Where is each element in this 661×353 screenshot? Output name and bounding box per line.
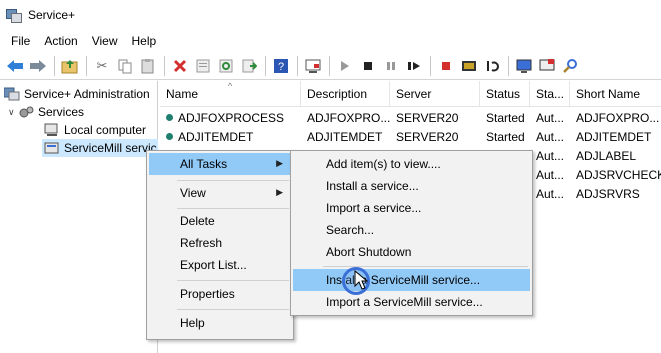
app-icon: [3, 87, 20, 101]
window-title: Service+: [28, 8, 76, 22]
copy-icon[interactable]: [114, 55, 136, 77]
all-tasks-submenu: Add item(s) to view.... Install a servic…: [290, 150, 533, 316]
monitor-icon[interactable]: [536, 55, 558, 77]
stop-icon[interactable]: [357, 55, 379, 77]
help-icon[interactable]: ?: [270, 55, 292, 77]
menu-help[interactable]: Help: [125, 34, 164, 48]
menu-separator: [177, 180, 289, 181]
menu-bar: File Action View Help: [0, 30, 661, 52]
mouse-cursor-icon: [354, 270, 368, 290]
refresh-icon[interactable]: [215, 55, 237, 77]
computer-icon[interactable]: [513, 55, 535, 77]
table-row[interactable]: ADJFOXPROCESS ADJFOXPRO... SERVER20 Star…: [160, 108, 661, 127]
restart-icon[interactable]: [481, 55, 503, 77]
menu-action[interactable]: Action: [37, 34, 84, 48]
service-icon[interactable]: [458, 55, 480, 77]
toolbar-separator: [329, 55, 330, 76]
cut-icon[interactable]: ✂: [91, 55, 113, 77]
table-row[interactable]: ADJITEMDET ADJITEMDET SERVER20 Started A…: [160, 127, 661, 146]
column-status[interactable]: Status: [480, 81, 530, 107]
toolbar-separator: [430, 55, 431, 76]
toolbar-separator: [265, 55, 266, 76]
tree-local-computer[interactable]: Local computer: [44, 121, 146, 139]
console-icon[interactable]: [302, 55, 324, 77]
back-icon[interactable]: [4, 55, 26, 77]
chevron-right-icon: ▶: [276, 158, 283, 168]
server-icon: [44, 141, 60, 155]
play-icon[interactable]: [334, 55, 356, 77]
chevron-down-icon[interactable]: ∨: [8, 107, 18, 118]
submenu-import-service[interactable]: Import a service...: [293, 197, 530, 219]
submenu-search[interactable]: Search...: [293, 219, 530, 241]
column-description[interactable]: Description: [301, 81, 390, 107]
paste-icon[interactable]: [137, 55, 159, 77]
toolbar-separator: [164, 55, 165, 76]
up-folder-icon[interactable]: [59, 55, 81, 77]
menu-separator: [177, 208, 289, 209]
menu-separator: [177, 280, 289, 281]
toolbar: ✂ ?: [0, 52, 661, 80]
forward-icon[interactable]: [27, 55, 49, 77]
tree-local-label: Local computer: [64, 123, 147, 137]
context-menu: All Tasks ▶ View ▶ Delete Refresh Export…: [146, 150, 294, 340]
menu-view-item[interactable]: View ▶: [149, 182, 291, 204]
properties-icon[interactable]: [192, 55, 214, 77]
delete-icon[interactable]: [169, 55, 191, 77]
menu-refresh[interactable]: Refresh: [149, 232, 291, 254]
toolbar-separator: [297, 55, 298, 76]
menu-view[interactable]: View: [85, 34, 125, 48]
menu-properties[interactable]: Properties: [149, 283, 291, 305]
menu-export-list[interactable]: Export List...: [149, 254, 291, 276]
submenu-import-servicemill[interactable]: Import a ServiceMill service...: [293, 291, 530, 313]
resume-icon[interactable]: [403, 55, 425, 77]
status-dot-icon: [166, 133, 173, 140]
column-short-name[interactable]: Short Name: [570, 81, 661, 107]
menu-all-tasks[interactable]: All Tasks ▶: [149, 153, 291, 175]
menu-help-item[interactable]: Help: [149, 312, 291, 334]
stop-red-icon[interactable]: [435, 55, 457, 77]
column-server[interactable]: Server: [390, 81, 480, 107]
submenu-install-service[interactable]: Install a service...: [293, 175, 530, 197]
submenu-abort-shutdown[interactable]: Abort Shutdown: [293, 241, 530, 263]
tree-services-label: Services: [38, 105, 85, 119]
tree-servicemill-label: ServiceMill servic: [64, 141, 157, 155]
title-bar: Service+: [0, 0, 661, 30]
status-dot-icon: [166, 114, 173, 121]
menu-delete[interactable]: Delete: [149, 210, 291, 232]
pause-icon[interactable]: [380, 55, 402, 77]
toolbar-separator: [508, 55, 509, 76]
tree-root[interactable]: Service+ Administration: [3, 85, 150, 103]
search-icon[interactable]: [559, 55, 581, 77]
list-header: Name ^ Description Server Status Sta... …: [160, 81, 661, 107]
export-icon[interactable]: [238, 55, 260, 77]
tree-servicemill[interactable]: ServiceMill servic: [42, 139, 158, 157]
toolbar-separator: [86, 55, 87, 76]
tree-root-label: Service+ Administration: [24, 87, 150, 101]
menu-file[interactable]: File: [4, 34, 37, 48]
tree-services[interactable]: ∨ Services: [8, 103, 84, 121]
computer-icon: [44, 123, 60, 137]
gear-icon: [18, 105, 34, 119]
svg-text:?: ?: [278, 61, 284, 73]
app-icon: [6, 7, 22, 23]
tree-pane: Service+ Administration ∨ Services Local…: [0, 81, 158, 353]
submenu-add-items[interactable]: Add item(s) to view....: [293, 153, 530, 175]
submenu-install-servicemill[interactable]: Install a ServiceMill service...: [293, 269, 530, 291]
column-startup[interactable]: Sta...: [530, 81, 570, 107]
chevron-right-icon: ▶: [276, 187, 283, 197]
sort-up-icon: ^: [228, 81, 233, 91]
menu-separator: [177, 309, 289, 310]
toolbar-separator: [54, 55, 55, 76]
